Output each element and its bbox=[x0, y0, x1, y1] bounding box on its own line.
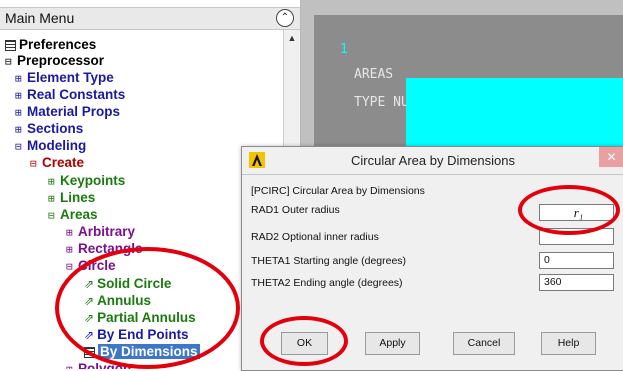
expand-icon[interactable]: ⊞ bbox=[15, 71, 27, 87]
menu-item-by-end-points[interactable]: ⇗ By End Points bbox=[84, 327, 189, 343]
rad2-label: RAD2 Optional inner radius bbox=[251, 231, 379, 243]
cancel-button[interactable]: Cancel bbox=[453, 332, 515, 355]
rad1-input[interactable]: r₁ bbox=[539, 204, 614, 221]
menu-item-solid-circle[interactable]: ⇗ Solid Circle bbox=[84, 276, 171, 292]
collapse-icon[interactable]: ⊟ bbox=[5, 54, 17, 70]
expand-icon[interactable]: ⊞ bbox=[66, 362, 78, 369]
expand-icon[interactable]: ⊞ bbox=[48, 174, 60, 190]
apply-button[interactable]: Apply bbox=[365, 332, 420, 355]
rad2-input[interactable] bbox=[539, 228, 614, 245]
ok-button[interactable]: OK bbox=[281, 332, 328, 355]
menu-item-preferences[interactable]: Preferences bbox=[5, 37, 96, 53]
circular-area-dialog: Circular Area by Dimensions ✕ [PCIRC] Ci… bbox=[241, 146, 623, 371]
document-icon bbox=[84, 346, 95, 358]
expand-icon[interactable]: ⊞ bbox=[15, 105, 27, 121]
rad1-label: RAD1 Outer radius bbox=[251, 204, 340, 216]
expand-icon[interactable]: ⊞ bbox=[48, 191, 60, 207]
help-button[interactable]: Help bbox=[541, 332, 596, 355]
menu-item-sections[interactable]: ⊞ Sections bbox=[15, 121, 83, 138]
window-number: 1 bbox=[340, 42, 348, 57]
dialog-titlebar[interactable]: Circular Area by Dimensions ✕ bbox=[242, 147, 623, 174]
menu-item-keypoints[interactable]: ⊞ Keypoints bbox=[48, 173, 125, 190]
menu-item-lines[interactable]: ⊞ Lines bbox=[48, 190, 95, 207]
document-icon bbox=[5, 39, 16, 51]
double-chevron-up-icon[interactable]: ⌃ bbox=[276, 9, 294, 27]
menu-item-create[interactable]: ⊟ Create bbox=[30, 155, 84, 172]
expand-icon[interactable]: ⊞ bbox=[15, 122, 27, 138]
graphics-viewport[interactable]: 1 AREAS TYPE NUM bbox=[314, 15, 623, 162]
menu-item-real-constants[interactable]: ⊞ Real Constants bbox=[15, 87, 125, 104]
menu-item-annulus[interactable]: ⇗ Annulus bbox=[84, 293, 151, 309]
action-arrow-icon: ⇗ bbox=[84, 277, 95, 291]
theta2-input[interactable]: 360 bbox=[539, 274, 614, 291]
expand-icon[interactable]: ⊞ bbox=[66, 225, 78, 241]
expand-icon[interactable]: ⊞ bbox=[15, 88, 27, 104]
menu-item-polygon[interactable]: ⊞Polygon bbox=[66, 361, 131, 369]
collapse-icon[interactable]: ⊟ bbox=[30, 156, 42, 172]
menu-item-partial-annulus[interactable]: ⇗ Partial Annulus bbox=[84, 310, 196, 326]
menu-item-element-type[interactable]: ⊞ Element Type bbox=[15, 70, 114, 87]
close-icon[interactable]: ✕ bbox=[599, 147, 623, 167]
menu-item-preprocessor[interactable]: ⊟ Preprocessor bbox=[5, 53, 104, 70]
collapse-icon[interactable]: ⊟ bbox=[15, 139, 27, 155]
menu-item-by-dimensions[interactable]: By Dimensions bbox=[84, 344, 200, 360]
menu-item-areas[interactable]: ⊟ Areas bbox=[48, 207, 98, 224]
menu-item-rectangle[interactable]: ⊞ Rectangle bbox=[66, 241, 143, 258]
dialog-title: Circular Area by Dimensions bbox=[350, 153, 515, 168]
expand-icon[interactable]: ⊞ bbox=[66, 242, 78, 258]
action-arrow-icon: ⇗ bbox=[84, 311, 95, 325]
theta1-input[interactable]: 0 bbox=[539, 252, 614, 269]
main-menu-title: Main Menu bbox=[5, 10, 75, 26]
plot-label-areas: AREAS bbox=[354, 67, 394, 82]
menu-item-modeling[interactable]: ⊟ Modeling bbox=[15, 138, 86, 155]
dialog-separator bbox=[242, 174, 623, 175]
main-menu-header: Main Menu ⌃ bbox=[0, 7, 300, 30]
collapse-icon[interactable]: ⊟ bbox=[66, 259, 78, 275]
theta2-label: THETA2 Ending angle (degrees) bbox=[251, 277, 403, 289]
collapse-icon[interactable]: ⊟ bbox=[48, 208, 60, 224]
scroll-up-arrow-icon[interactable]: ▲ bbox=[284, 30, 300, 46]
menu-item-material-props[interactable]: ⊞ Material Props bbox=[15, 104, 120, 121]
action-arrow-icon: ⇗ bbox=[84, 328, 95, 342]
action-arrow-icon: ⇗ bbox=[84, 294, 95, 308]
menu-item-arbitrary[interactable]: ⊞ Arbitrary bbox=[66, 224, 135, 241]
menu-item-circle[interactable]: ⊟ Circle bbox=[66, 258, 116, 275]
command-label: [PCIRC] Circular Area by Dimensions bbox=[251, 185, 425, 197]
theta1-label: THETA1 Starting angle (degrees) bbox=[251, 255, 407, 267]
